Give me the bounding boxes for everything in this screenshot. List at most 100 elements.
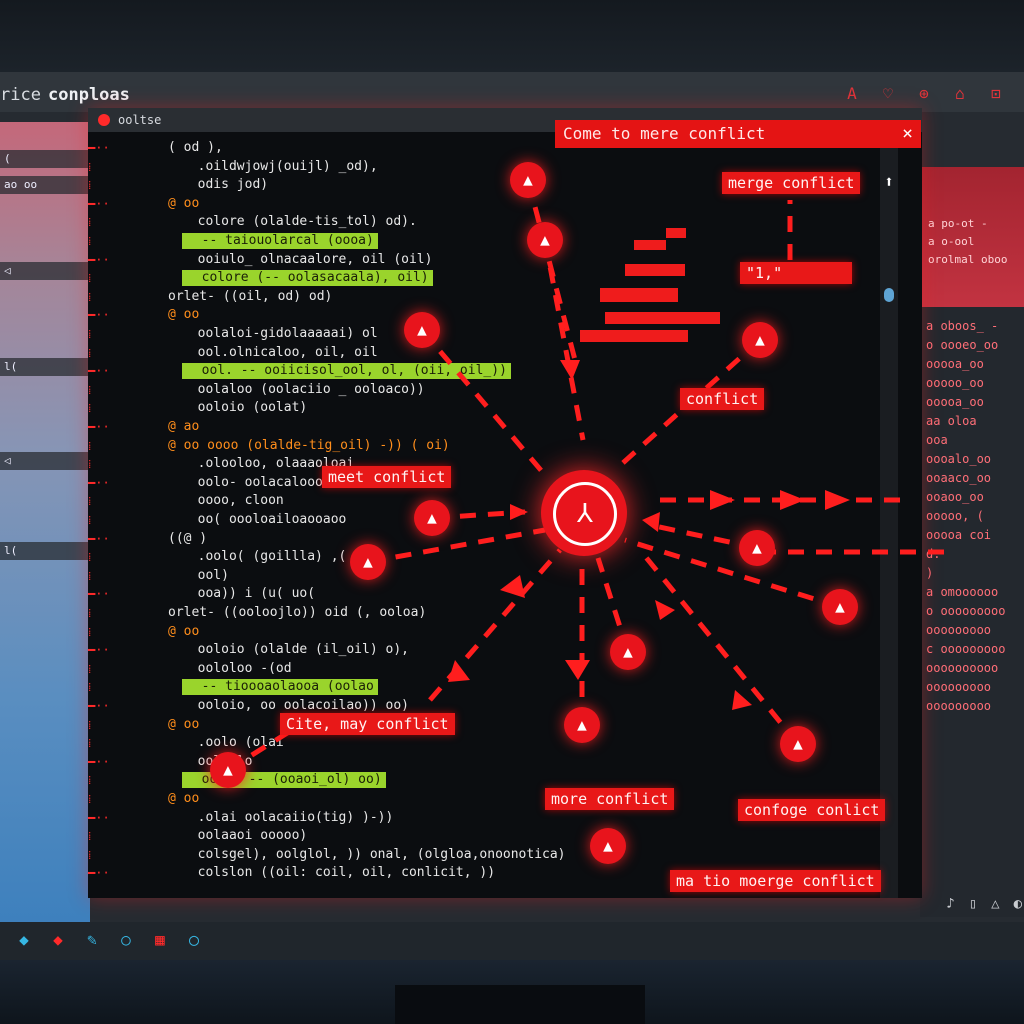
code-line[interactable]: colslon ((oil: coil, oil, conlicit, )) <box>182 865 495 881</box>
conflict-node[interactable]: ▲ <box>404 312 440 348</box>
right-code-line: o ooooooooo <box>926 604 1006 618</box>
conflict-node[interactable]: ▲ <box>610 634 646 670</box>
gutter-marker: ⁞ <box>88 401 92 416</box>
right-code-line: ooooa_oo <box>926 357 984 371</box>
left-row[interactable]: l( <box>0 542 90 560</box>
gutter-marker: ━·· <box>88 196 110 211</box>
code-line[interactable]: -- taiouolarcal (oooa) <box>182 233 378 249</box>
close-icon[interactable]: × <box>902 120 913 148</box>
code-line[interactable]: orlet- ((oil, od) od) <box>168 289 332 305</box>
left-row[interactable]: ao oo <box>0 176 90 194</box>
code-line[interactable]: colore (-- oolasacaala), oil) <box>182 270 433 287</box>
scroll-up-arrow-icon[interactable]: ⬆ <box>880 172 898 191</box>
more-conflict-label[interactable]: more conflict <box>545 788 675 810</box>
code-line[interactable]: oolo- oolacaloooa <box>182 475 331 491</box>
code-line[interactable]: oo( oooloailoaooaoo <box>182 512 347 528</box>
code-line[interactable]: ooa)) i (u( uo( <box>182 586 315 602</box>
code-line[interactable]: @ oo <box>168 307 199 323</box>
conflict-node[interactable]: ▲ <box>510 162 546 198</box>
code-line[interactable]: ooloio (oolat) <box>182 400 308 416</box>
right-code-line: ooooooooo <box>926 699 992 713</box>
code-line[interactable]: @ oo <box>168 196 199 212</box>
code-line[interactable]: oolaaoi ooooo) <box>182 828 308 844</box>
code-line[interactable]: ool. -- ooiicisol_ool, ol, (oii, oil_)) <box>182 363 511 380</box>
ring-icon[interactable]: ◯ <box>184 930 204 950</box>
vertical-scrollbar[interactable]: ⬆ <box>880 148 898 898</box>
code-line[interactable]: .oildwjowj(ouijl) _od), <box>182 159 378 175</box>
conflict-node[interactable]: ▲ <box>739 530 775 566</box>
red-diamond-icon[interactable]: ◆ <box>48 930 68 950</box>
code-line[interactable]: @ oo <box>168 791 199 807</box>
conflict-node[interactable]: ▲ <box>414 500 450 536</box>
code-line[interactable]: @ ao <box>168 419 199 435</box>
right-code-line: ) <box>926 566 934 580</box>
right-header-line: a po-ot - <box>928 217 988 230</box>
monitor-stand <box>395 985 645 1024</box>
gutter-marker: ⁞ <box>88 234 92 248</box>
home-icon[interactable]: ⌂ <box>950 84 970 103</box>
code-line[interactable]: ooloio (olalde (il_oil) o), <box>182 642 409 658</box>
code-line[interactable]: ( od ), <box>168 140 223 156</box>
gutter-marker: ⁞ <box>88 327 92 341</box>
conflict-node[interactable]: ▲ <box>822 589 858 625</box>
code-line[interactable]: colsgel), oolglol, )) onal, (olgloa,onoo… <box>182 847 566 863</box>
circle-icon[interactable]: ○ <box>116 930 136 950</box>
code-line[interactable]: ooiulo_ olnacaalore, oil (oil) <box>182 252 433 268</box>
code-line[interactable]: -- tioooaolaooa (oolao <box>182 679 378 696</box>
cite-conflict-label[interactable]: Cite, may conflict <box>280 713 455 735</box>
left-row[interactable]: l( <box>0 358 90 376</box>
scroll-thumb[interactable] <box>884 288 894 302</box>
conflict-label[interactable]: conflict <box>680 388 765 410</box>
code-line[interactable]: orlet- ((ooloojlo)) oid (, ooloa) <box>168 605 426 621</box>
triangle-icon[interactable]: △ <box>991 896 999 912</box>
left-row[interactable]: ◁ <box>0 452 90 470</box>
window-icon[interactable]: ⊡ <box>986 84 1006 103</box>
code-line[interactable]: @ oo oooo (olalde-tig_oil) -)) ( oi) <box>168 438 450 454</box>
merge-conflict-label[interactable]: merge conflict <box>722 172 861 194</box>
meet-conflict-label[interactable]: meet conflict <box>322 466 452 488</box>
left-row[interactable]: ( <box>0 150 90 168</box>
code-line[interactable]: oololoo -(od <box>182 661 292 677</box>
code-line[interactable]: @ oo <box>168 624 199 640</box>
heart-icon[interactable]: ♡ <box>878 84 898 103</box>
code-line[interactable]: @ oo <box>168 717 199 733</box>
editor-tab-title[interactable]: ooltse <box>118 113 161 127</box>
conflict-node[interactable]: ▲ <box>564 707 600 743</box>
code-line[interactable]: oooo, cloon <box>182 493 284 509</box>
code-line[interactable]: colore (olalde-tis_tol) od). <box>182 214 417 230</box>
conflict-bar <box>600 288 678 302</box>
code-line[interactable]: ooloio, oo oolacoilao)) oo) <box>182 698 409 714</box>
conflict-node[interactable]: ▲ <box>742 322 778 358</box>
conflict-node[interactable]: ▲ <box>590 828 626 864</box>
code-line[interactable]: ool.olnicaloo, oil, oil <box>182 345 378 361</box>
calendar-icon[interactable]: ▦ <box>150 930 170 950</box>
gutter-marker: ⁞ <box>88 568 92 583</box>
alert-icon[interactable]: A <box>842 84 862 103</box>
conflict-node[interactable]: ▲ <box>780 726 816 762</box>
right-code-line: a oboos_ - <box>926 319 999 333</box>
window-icon[interactable]: ▯ <box>969 896 977 912</box>
right-code-line: ooooo, ( <box>926 509 984 523</box>
code-line[interactable]: oolaloi-gidolaaaaai) ol <box>182 326 378 342</box>
close-dot-icon[interactable] <box>98 114 110 126</box>
user-icon[interactable]: ◐ <box>1014 896 1022 912</box>
left-row[interactable]: ◁ <box>0 262 90 280</box>
sound-icon[interactable]: ♪ <box>946 896 954 912</box>
code-line[interactable]: ((@ ) <box>168 531 207 547</box>
code-line[interactable]: oolaloo (oolaciio _ ooloaco)) <box>182 382 425 398</box>
pencil-icon[interactable]: ✎ <box>82 930 102 950</box>
merge-hub-node[interactable]: ⅄ <box>541 470 627 556</box>
conflict-node[interactable]: ▲ <box>210 752 246 788</box>
conflict-node[interactable]: ▲ <box>527 222 563 258</box>
code-line[interactable]: .oolo (olai <box>182 735 284 751</box>
code-line[interactable]: odis jod) <box>182 177 268 193</box>
code-line[interactable]: .oolo( (goillla) ,( <box>182 549 347 565</box>
bottom-conflict-label[interactable]: ma tio moerge conflict <box>670 870 881 892</box>
conflict-node[interactable]: ▲ <box>350 544 386 580</box>
code-line[interactable]: ool) <box>182 568 229 584</box>
share-icon[interactable]: ⊕ <box>914 84 934 103</box>
confoge-conflict-label[interactable]: confoge conlict <box>738 799 886 821</box>
diamond-icon[interactable]: ◆ <box>14 930 34 950</box>
conflict-value-box[interactable]: "1," <box>740 262 852 284</box>
code-line[interactable]: .olai oolacaiio(tig) )-)) <box>182 810 394 826</box>
